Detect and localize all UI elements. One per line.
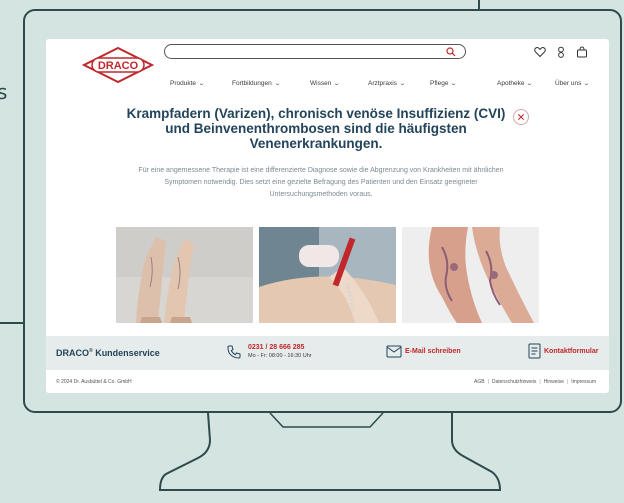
- search-icon[interactable]: [446, 47, 456, 57]
- nav-item-pflege[interactable]: Pflege ⌄: [430, 80, 458, 87]
- page-title: Krampfadern (Varizen), chronisch venöse …: [126, 106, 506, 151]
- chevron-down-icon: ⌄: [198, 81, 206, 87]
- logo-text: DRACO: [98, 60, 139, 72]
- chevron-down-icon: ⌄: [583, 81, 591, 87]
- photo-examination: [259, 227, 396, 323]
- footer-link-datenschutz[interactable]: Datenschutzhinweis: [489, 379, 539, 385]
- chevron-down-icon: ⌄: [526, 81, 534, 87]
- nav-item-arztpraxis[interactable]: Arztpraxis ⌄: [368, 80, 406, 87]
- nav-item-ueber-uns[interactable]: Über uns ⌄: [555, 80, 591, 87]
- mail-icon[interactable]: [386, 345, 402, 358]
- copyright-text: © 2024 Dr. Ausbüttel & Co. GmbH: [56, 379, 132, 385]
- footer-link-hinweise[interactable]: Hinweise: [541, 379, 567, 385]
- customer-service-title: DRACO® Kundenservice: [56, 348, 160, 358]
- footer-link-agb[interactable]: AGB: [471, 379, 488, 385]
- nav-item-fortbildungen[interactable]: Fortbildungen ⌄: [232, 80, 281, 87]
- intro-text: Für eine angemessene Therapie ist eine d…: [138, 167, 504, 198]
- photo-varicose-veins: [402, 227, 539, 323]
- bag-icon[interactable]: [576, 46, 588, 58]
- chevron-down-icon: ⌄: [398, 81, 406, 87]
- draco-logo[interactable]: DRACO: [78, 45, 158, 85]
- main-navigation: Produkte ⌄ Fortbildungen ⌄ Wissen ⌄ Arztpra…: [164, 80, 609, 92]
- legal-links: AGB | Datenschutzhinweis | Hinweise | Impressu…: [471, 379, 599, 385]
- phone-number-link[interactable]: 0231 / 28 666 285: [248, 344, 304, 351]
- footer-link-impressum[interactable]: Impressum: [568, 379, 599, 385]
- search-bar[interactable]: [164, 44, 466, 61]
- browser-screen: DRACO Produkte ⌄ Fortbildungen ⌄ Wissen ⌄ A…: [46, 39, 609, 393]
- chevron-down-icon: ⌄: [273, 81, 281, 87]
- nav-item-wissen[interactable]: Wissen ⌄: [310, 80, 341, 87]
- search-input[interactable]: [173, 50, 443, 61]
- chevron-down-icon: ⌄: [333, 81, 341, 87]
- phone-icon[interactable]: [227, 345, 241, 359]
- nav-item-produkte[interactable]: Produkte ⌄: [170, 80, 206, 87]
- form-icon[interactable]: [528, 343, 541, 359]
- chevron-down-icon: ⌄: [450, 81, 458, 87]
- email-link[interactable]: E-Mail schreiben: [405, 348, 461, 355]
- user-icon[interactable]: [555, 46, 567, 58]
- heart-icon[interactable]: [534, 46, 546, 58]
- photo-legs-standing: [116, 227, 253, 323]
- contact-form-link[interactable]: Kontaktformular: [544, 348, 598, 355]
- nav-item-apotheke[interactable]: Apotheke ⌄: [497, 80, 534, 87]
- customer-service-bar: DRACO® Kundenservice 0231 / 28 666 285 M…: [46, 336, 609, 370]
- phone-hours: Mo - Fr: 08:00 - 16:30 Uhr: [248, 353, 312, 359]
- site-header: DRACO Produkte ⌄ Fortbildungen ⌄ Wissen ⌄ A…: [46, 39, 609, 94]
- close-icon[interactable]: [513, 109, 529, 125]
